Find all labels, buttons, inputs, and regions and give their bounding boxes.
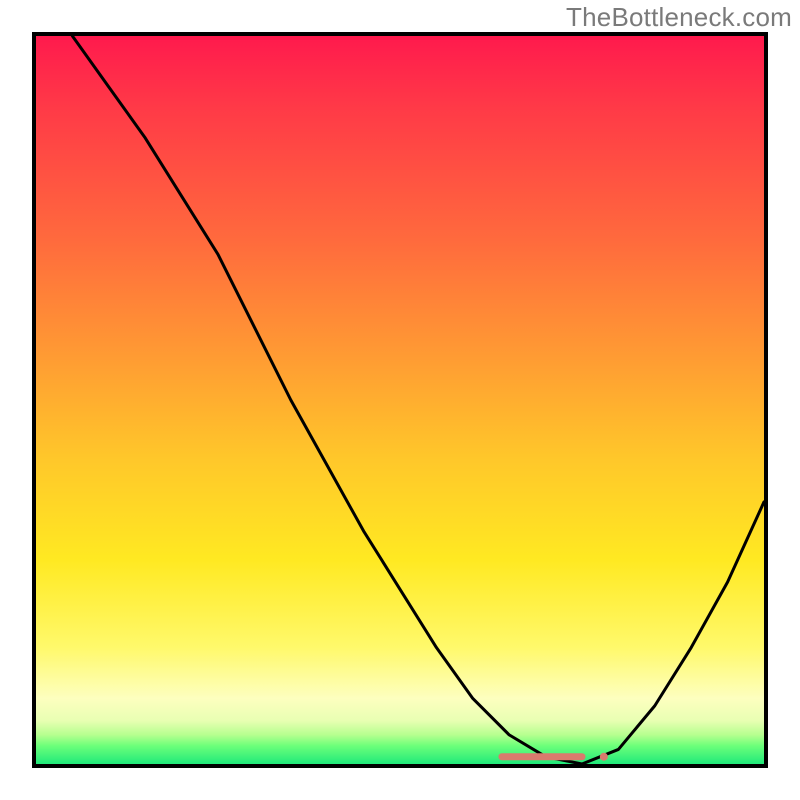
optimum-marker-dot [600, 753, 608, 761]
watermark-source: TheBottleneck.com [566, 2, 792, 33]
bottleneck-curve [36, 36, 764, 764]
plot-area [32, 32, 768, 768]
bottleneck-curve-line [72, 36, 764, 764]
chart-root: TheBottleneck.com [0, 0, 800, 800]
